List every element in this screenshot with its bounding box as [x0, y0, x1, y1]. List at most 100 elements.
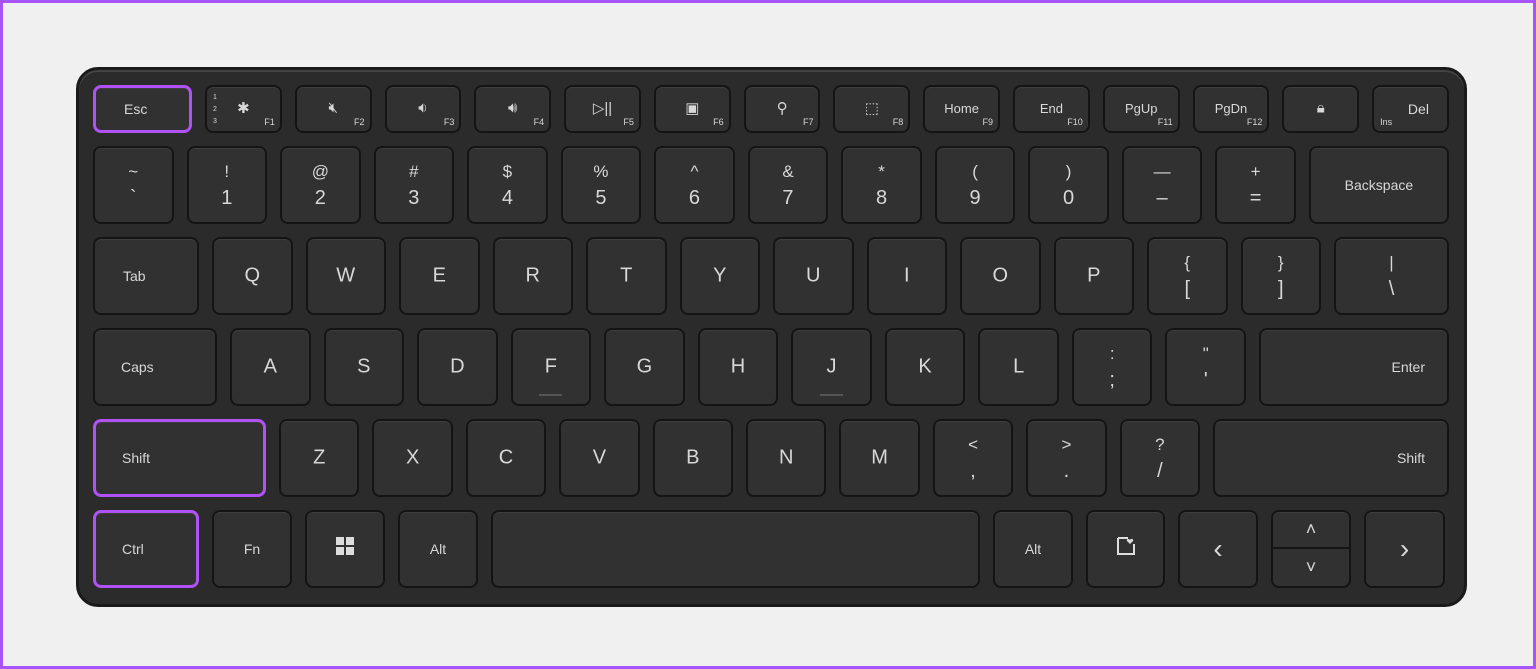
esc-key[interactable]: Esc	[93, 85, 192, 133]
letter-key-y[interactable]: Y	[679, 237, 760, 315]
letter-key-u[interactable]: U	[773, 237, 854, 315]
right-arrow-key[interactable]: ›	[1364, 510, 1445, 588]
windows-key[interactable]	[305, 510, 385, 588]
punct-key[interactable]: <,	[932, 419, 1014, 497]
punct-key[interactable]: :;	[1071, 328, 1153, 406]
bracket-key[interactable]: }]	[1240, 237, 1321, 315]
up-arrow-icon: ˄	[1273, 512, 1349, 549]
letter-key-l[interactable]: L	[978, 328, 1059, 406]
letter-key-t[interactable]: T	[586, 237, 667, 315]
home-row: Caps A S D F G H J K L:; " ' Enter	[93, 328, 1450, 406]
letter-key-j[interactable]: J	[791, 328, 872, 406]
delete-key[interactable]: Del Ins	[1372, 85, 1449, 133]
menu-key[interactable]	[1086, 510, 1165, 588]
letter-key-r[interactable]: R	[492, 237, 573, 315]
number-key[interactable]: ~ `	[93, 146, 174, 224]
ctrl-key[interactable]: Ctrl	[93, 510, 199, 588]
number-key[interactable]: ) 0	[1028, 146, 1109, 224]
f7-key[interactable]: ⚲ F7	[743, 85, 821, 133]
letter-key-s[interactable]: S	[323, 328, 405, 406]
right-shift-key[interactable]: Shift	[1213, 419, 1450, 497]
letter-key-x[interactable]: X	[372, 419, 453, 497]
number-key[interactable]: $4	[467, 146, 548, 224]
letter-key-f[interactable]: F	[510, 328, 592, 406]
letter-key-k[interactable]: K	[884, 328, 966, 406]
letter-key-b[interactable]: B	[652, 419, 734, 497]
f6-key[interactable]: ▣ F6	[653, 85, 731, 133]
ins-label: Ins	[1380, 117, 1393, 127]
f5-key[interactable]: ▷|| F5	[564, 85, 641, 133]
number-key[interactable]: #3	[373, 146, 455, 224]
letter-key-n[interactable]: N	[746, 419, 827, 497]
f9-key[interactable]: Home F9	[923, 85, 1001, 133]
copilot-menu-icon	[1088, 536, 1163, 562]
letter-key-z[interactable]: Z	[279, 419, 360, 497]
letter-key-i[interactable]: I	[866, 237, 947, 315]
base-symbol: 0	[1063, 187, 1075, 209]
base-symbol: ]	[1277, 278, 1284, 300]
number-key[interactable]: ^ 6	[654, 146, 735, 224]
base-symbol: `	[129, 187, 137, 209]
enter-key[interactable]: Enter	[1259, 328, 1450, 406]
f12-key[interactable]: PgDn F12	[1192, 85, 1270, 133]
punct-key[interactable]: " '	[1165, 328, 1247, 406]
caps-lock-key[interactable]: Caps	[93, 328, 217, 406]
letter-key-c[interactable]: C	[465, 419, 547, 497]
number-row: ~ `! 1 @2 #3 $4% 5 ^ 6 & 7 * 8(9) 0— – + = Backspace	[93, 146, 1449, 224]
shift-symbol: >	[1061, 435, 1072, 454]
number-key[interactable]: (9	[934, 146, 1016, 224]
base-symbol: 9	[969, 187, 981, 209]
letter-key-a[interactable]: A	[230, 328, 311, 406]
fn-label: F3	[443, 117, 455, 127]
letter-key-h[interactable]: H	[697, 328, 779, 406]
space-key[interactable]	[491, 510, 980, 588]
fn-label: F2	[354, 117, 365, 127]
left-arrow-key[interactable]: ‹	[1178, 510, 1258, 588]
f10-key[interactable]: End F10	[1013, 85, 1090, 133]
left-alt-key[interactable]: Alt	[398, 510, 478, 588]
bracket-key[interactable]: | \	[1334, 237, 1449, 315]
key-label: T	[620, 264, 633, 287]
punct-key[interactable]: ? /	[1119, 419, 1201, 497]
base-symbol: 5	[595, 187, 607, 209]
number-key[interactable]: * 8	[841, 146, 922, 224]
base-symbol: /	[1157, 460, 1163, 482]
fn-key[interactable]: Fn	[212, 510, 292, 588]
f8-key[interactable]: ⬚ F8	[833, 85, 911, 133]
up-down-arrow-keys[interactable]: ˄ ˅	[1271, 510, 1351, 588]
letter-key-g[interactable]: G	[604, 328, 685, 406]
letter-key-q[interactable]: Q	[212, 237, 293, 315]
number-key[interactable]: % 5	[560, 146, 642, 224]
letter-key-p[interactable]: P	[1053, 237, 1134, 315]
number-key[interactable]: & 7	[747, 146, 829, 224]
f4-key[interactable]: 🔊︎ F4	[474, 85, 552, 133]
number-key[interactable]: — –	[1121, 146, 1203, 224]
key-label: Q	[244, 264, 261, 287]
letter-key-o[interactable]: O	[960, 237, 1041, 315]
home-bump	[539, 394, 563, 396]
letter-key-d[interactable]: D	[417, 328, 498, 406]
base-symbol: 1	[221, 187, 233, 209]
f3-key[interactable]: 🔉︎ F3	[384, 85, 462, 133]
punct-key[interactable]: >.	[1026, 419, 1107, 497]
f1-key[interactable]: ✱ 1 2 3 F1	[205, 85, 282, 133]
key-label: G	[636, 355, 653, 378]
f2-key[interactable]: 🔇︎ F2	[294, 85, 372, 133]
letter-key-w[interactable]: W	[305, 237, 386, 315]
number-key[interactable]: + =	[1215, 146, 1296, 224]
base-symbol: 7	[782, 187, 794, 209]
letter-key-m[interactable]: M	[839, 419, 920, 497]
number-key[interactable]: @2	[280, 146, 361, 224]
letter-key-v[interactable]: V	[559, 419, 640, 497]
f11-key[interactable]: PgUp F11	[1102, 85, 1180, 133]
backspace-key[interactable]: Backspace	[1308, 146, 1449, 224]
bracket-key[interactable]: {[	[1147, 237, 1228, 315]
fn-label: F8	[892, 117, 904, 127]
number-key[interactable]: ! 1	[186, 146, 268, 224]
right-alt-key[interactable]: Alt	[993, 510, 1073, 588]
bluetooth-channels: 1 2 3	[213, 92, 217, 128]
lock-key[interactable]: 🔒︎	[1282, 85, 1360, 133]
left-shift-key[interactable]: Shift	[93, 419, 266, 497]
tab-key[interactable]: Tab	[93, 237, 199, 315]
letter-key-e[interactable]: E	[399, 237, 480, 315]
